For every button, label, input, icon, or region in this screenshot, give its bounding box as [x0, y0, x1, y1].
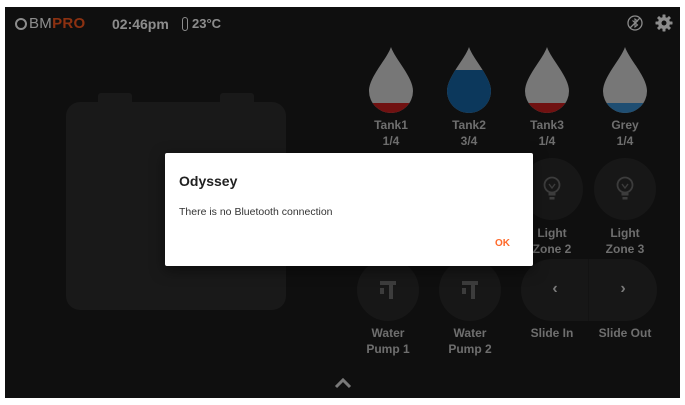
dialog-title: Odyssey: [179, 173, 238, 189]
app-screen: BM PRO 02:46pm 23°C Tank1 1/4 Tank2 3/4 …: [5, 7, 680, 398]
ok-button[interactable]: OK: [495, 238, 510, 249]
alert-dialog: Odyssey There is no Bluetooth connection…: [165, 153, 533, 266]
dialog-message: There is no Bluetooth connection: [179, 206, 333, 218]
